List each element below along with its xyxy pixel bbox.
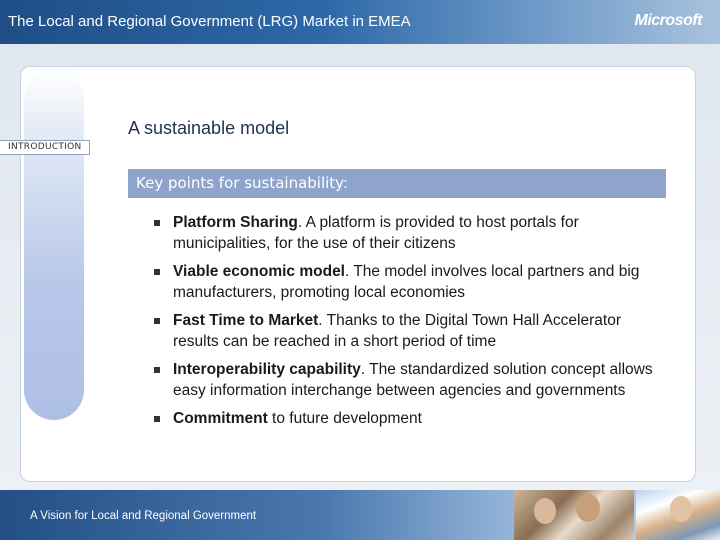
square-bullet-icon (154, 367, 160, 373)
bullet-item: Fast Time to Market. Thanks to the Digit… (152, 310, 662, 352)
bullet-bold: Fast Time to Market (173, 312, 319, 329)
bullet-item: Interoperability capability. The standar… (152, 359, 662, 401)
presentation-title: The Local and Regional Government (LRG) … (8, 13, 411, 30)
bullet-item: Commitment to future development (152, 408, 662, 429)
bullet-bold: Viable economic model (173, 263, 345, 280)
microsoft-logo: Microsoft (634, 12, 703, 29)
people-photo (636, 490, 720, 540)
person-head (670, 496, 692, 522)
header-bar: The Local and Regional Government (LRG) … (0, 0, 720, 44)
square-bullet-icon (154, 220, 160, 226)
section-tag: INTRODUCTION (0, 140, 90, 155)
person-head (534, 498, 556, 524)
decorative-pill (24, 68, 84, 420)
slide-heading: A sustainable model (128, 118, 290, 138)
bullet-item: Platform Sharing. A platform is provided… (152, 212, 662, 254)
square-bullet-icon (154, 318, 160, 324)
bullet-bold: Platform Sharing (173, 214, 298, 231)
key-points-box: Key points for sustainability: (128, 169, 666, 198)
people-photo (514, 490, 634, 540)
bullet-item: Viable economic model. The model involve… (152, 261, 662, 303)
square-bullet-icon (154, 416, 160, 422)
square-bullet-icon (154, 269, 160, 275)
bullet-list: Platform Sharing. A platform is provided… (152, 212, 662, 436)
bullet-bold: Interoperability capability (173, 361, 361, 378)
person-head (576, 494, 600, 522)
bullet-bold: Commitment (173, 410, 268, 427)
bullet-text: to future development (267, 410, 422, 427)
footer-tagline: A Vision for Local and Regional Governme… (30, 510, 257, 522)
